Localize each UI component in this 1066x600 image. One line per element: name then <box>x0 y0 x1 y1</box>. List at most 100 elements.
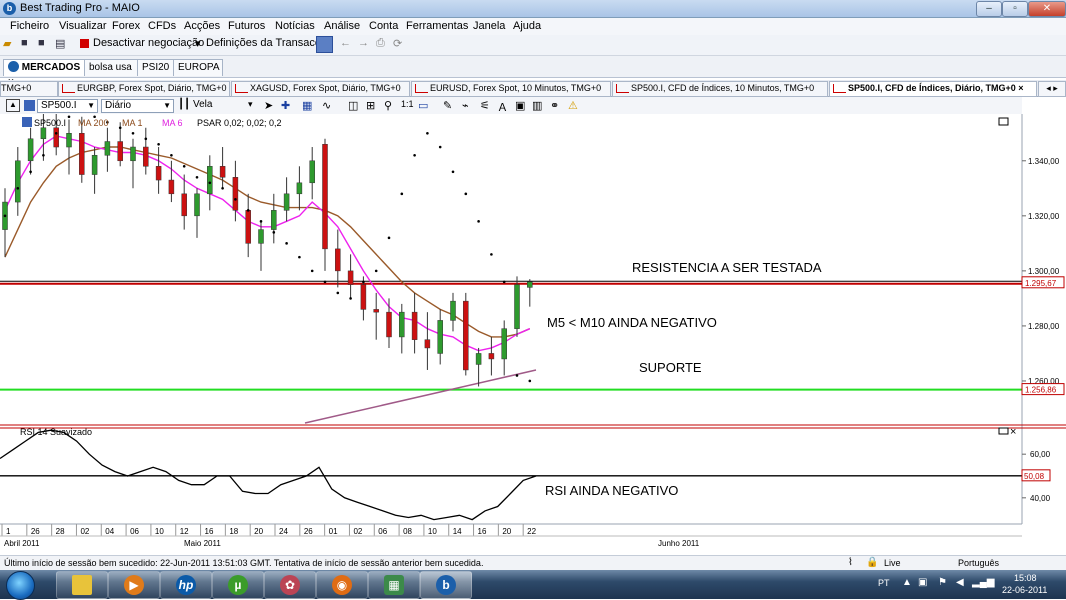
save-all-icon[interactable]: ■ <box>38 37 45 49</box>
template-icon[interactable]: ▣ <box>515 99 525 112</box>
chart-toolbar: ▲ SP500.I ▼ Diário ▼ ┃┃ Vela ▾ ➤ ✚ ▦ ∿ ◫ ⊞… <box>0 97 1022 115</box>
psar-dot <box>208 181 212 185</box>
menu-conta[interactable]: Conta <box>369 20 398 32</box>
market-tabs: MERCADOS × bolsa usa PSI20 EUROPA <box>0 56 1066 88</box>
close-rsi-icon[interactable]: × <box>1010 426 1016 438</box>
menu-ferramentas[interactable]: Ferramentas <box>406 20 468 32</box>
symbol-select[interactable]: SP500.I ▼ <box>37 99 98 113</box>
candle-body <box>258 229 264 244</box>
forward-icon[interactable]: → <box>358 37 369 49</box>
chart-type-label[interactable]: Vela <box>193 99 212 110</box>
date-tick-label: 26 <box>304 527 313 536</box>
media-player-icon[interactable]: ▶ <box>108 571 160 599</box>
menu-ajuda[interactable]: Ajuda <box>513 20 541 32</box>
pen-status-icon[interactable]: ⌇ <box>848 557 853 568</box>
candle-body <box>143 146 149 167</box>
hp-icon[interactable]: hp <box>160 571 212 599</box>
price-tick-label: 1.340,00 <box>1028 157 1060 166</box>
menu-cfds[interactable]: CFDs <box>148 20 176 32</box>
maximize-button[interactable]: ▫ <box>1002 1 1028 17</box>
chart-tab-xagusd[interactable]: XAGUSD, Forex Spot, Diário, TMG+0 <box>231 81 410 97</box>
link-icon[interactable]: ⚭ <box>550 99 559 112</box>
brush-icon[interactable]: ⌁ <box>462 99 469 112</box>
control-panel-icon[interactable]: ▦ <box>368 571 420 599</box>
menu-noticias[interactable]: Notícias <box>275 20 315 32</box>
cursor-icon[interactable]: ➤ <box>264 99 273 112</box>
menu-ficheiro[interactable]: Ficheiro <box>10 20 49 32</box>
tray-volume-icon[interactable]: ◀ <box>956 577 964 588</box>
line-tool-icon[interactable]: ▭ <box>418 99 428 112</box>
candle-body <box>40 127 47 140</box>
zoom-reset-icon[interactable]: 1:1 <box>401 99 414 109</box>
tray-signal-icon[interactable]: ▂▄▆ <box>972 577 994 588</box>
price-chart[interactable]: 1.340,001.320,001.300,001.280,001.260,00… <box>0 114 1066 555</box>
firefox-icon[interactable]: ◉ <box>316 571 368 599</box>
window-icon[interactable]: ◫ <box>348 99 358 112</box>
candle-body <box>488 353 495 360</box>
print-icon[interactable]: ▤ <box>55 37 65 50</box>
menu-accoes[interactable]: Acções <box>184 20 220 32</box>
menu-analise[interactable]: Análise <box>324 20 360 32</box>
maximize-rsi-icon[interactable] <box>998 427 1009 435</box>
psar-dot <box>272 231 276 234</box>
transaction-settings-button[interactable]: Definições da Transacção <box>206 37 333 49</box>
best-trading-icon[interactable]: b <box>420 571 472 599</box>
chart-tab-sp500-daily[interactable]: SP500.I, CFD de Índices, Diário, TMG+0 × <box>829 81 1037 97</box>
menu-janela[interactable]: Janela <box>473 20 505 32</box>
zoom-icon[interactable]: ⚲ <box>384 99 392 112</box>
text-tool-icon[interactable]: Ａ <box>497 99 508 115</box>
tile-icon[interactable]: ⊞ <box>366 99 375 112</box>
tray-time[interactable]: 15:08 <box>1014 573 1037 583</box>
tab-europa[interactable]: EUROPA <box>173 59 223 76</box>
tray-date[interactable]: 22-06-2011 <box>1002 585 1047 595</box>
menu-visualizar[interactable]: Visualizar <box>59 20 107 32</box>
fibonacci-icon[interactable]: ⚟ <box>480 99 490 112</box>
open-folder-icon[interactable]: ▰ <box>3 37 11 50</box>
candle-body <box>347 270 354 285</box>
tray-network-icon[interactable]: ▣ <box>918 577 927 588</box>
crosshair-icon[interactable]: ✚ <box>281 99 290 112</box>
template-save-icon[interactable]: ▥ <box>532 99 542 112</box>
alert-icon[interactable]: ⚠ <box>568 99 578 112</box>
tab-psi20[interactable]: PSI20 <box>137 59 177 76</box>
annotation-support: SUPORTE <box>639 360 702 375</box>
tray-flag-icon[interactable]: ⚑ <box>938 577 947 588</box>
close-button[interactable]: ✕ <box>1028 1 1066 17</box>
indicator-icon[interactable]: ∿ <box>322 99 331 112</box>
layout-icon[interactable] <box>316 36 333 53</box>
save-icon[interactable]: ■ <box>21 37 28 49</box>
start-button[interactable] <box>6 571 35 600</box>
deactivate-trading-button[interactable]: Desactivar negociação <box>93 37 204 49</box>
minimize-button[interactable]: – <box>976 1 1002 17</box>
collapse-icon[interactable]: ▲ <box>6 99 20 112</box>
stop-trading-icon[interactable] <box>80 39 89 48</box>
chevron-down-icon[interactable]: ▾ <box>248 99 253 110</box>
tab-bolsa-usa[interactable]: bolsa usa <box>84 59 140 76</box>
network-icon[interactable]: ✿ <box>264 571 316 599</box>
refresh-icon[interactable]: ⟳ <box>393 37 402 50</box>
tab-mercados[interactable]: MERCADOS × <box>3 59 91 88</box>
menu-futuros[interactable]: Futuros <box>228 20 265 32</box>
chevron-down-icon: ▼ <box>163 101 171 110</box>
tray-language[interactable]: PT <box>878 578 890 588</box>
explorer-icon[interactable] <box>56 571 108 599</box>
chart-tab-icon <box>62 84 75 94</box>
chart-tab-sp500-10m[interactable]: SP500.I, CFD de Índices, 10 Minutos, TMG… <box>612 81 828 97</box>
pen-icon[interactable]: ✎ <box>443 99 452 112</box>
tray-show-icons-icon[interactable]: ▲ <box>902 577 912 588</box>
candle-type-icon[interactable]: ┃┃ <box>178 99 190 110</box>
zoom-area-icon[interactable]: ▦ <box>302 99 312 112</box>
back-icon[interactable]: ← <box>340 37 351 49</box>
lock-icon: 🔒 <box>866 557 879 568</box>
chart-tab-eurusd[interactable]: EURUSD, Forex Spot, 10 Minutos, TMG+0 <box>411 81 611 97</box>
price-panel <box>0 114 1022 425</box>
annotation-ma-cross: M5 < M10 AINDA NEGATIVO <box>547 315 717 330</box>
menu-forex[interactable]: Forex <box>112 20 140 32</box>
utorrent-icon[interactable]: µ <box>212 571 264 599</box>
chart-tab-scroll-arrows[interactable]: ◂ ▸ <box>1038 81 1066 97</box>
chart-tab-icon <box>616 84 629 94</box>
chart-tab-0[interactable]: TMG+0 <box>0 81 58 97</box>
period-select[interactable]: Diário ▼ <box>101 99 174 113</box>
chart-tab-eurgbp[interactable]: EURGBP, Forex Spot, Diário, TMG+0 <box>58 81 230 97</box>
print-preview-icon[interactable]: ⎙ <box>376 37 385 50</box>
